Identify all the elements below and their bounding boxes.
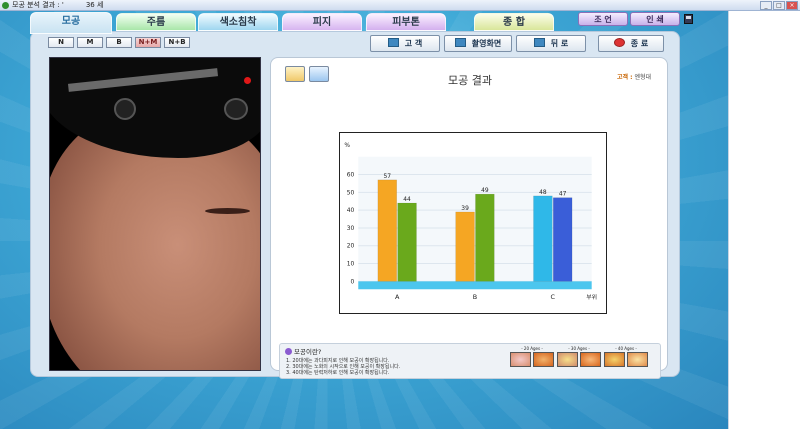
- info-line-3: 3. 40대에는 탄력저하로 인해 모공이 확장됩니다.: [286, 370, 390, 376]
- y-tick-label: 20: [347, 243, 355, 250]
- record-indicator-icon: [244, 77, 251, 84]
- y-axis-label: %: [344, 142, 350, 149]
- customer-icon: [387, 38, 399, 47]
- closed-eye: [205, 208, 250, 214]
- x-tick-label: A: [395, 293, 400, 301]
- data-label: 39: [461, 205, 469, 212]
- x-axis-label: 부위: [586, 293, 597, 301]
- age-20-image-1[interactable]: [510, 352, 531, 367]
- floor-strip: [358, 281, 592, 290]
- sensor-right: [224, 98, 248, 120]
- pore-bar-chart: 0 10 20 30 40 50 60% 57 44 A 39 49 B 48 47 C 부위: [339, 132, 607, 314]
- back-button[interactable]: 뒤 로: [516, 35, 586, 52]
- age-20-image-2[interactable]: [533, 352, 554, 367]
- x-tick-label: C: [551, 293, 556, 301]
- bar: [533, 195, 553, 282]
- age-label-30: - 30 Ages -: [568, 346, 590, 351]
- app-icon: [2, 2, 9, 9]
- minimize-button[interactable]: _: [760, 1, 772, 10]
- data-label: 49: [481, 187, 489, 194]
- age-30-image-2[interactable]: [580, 352, 601, 367]
- mode-m-button[interactable]: M: [77, 37, 103, 48]
- camera-icon: [454, 38, 466, 47]
- window-controls: _ □ ×: [760, 1, 798, 10]
- y-tick-label: 40: [347, 207, 355, 214]
- exit-button[interactable]: 종 료: [598, 35, 664, 52]
- y-tick-label: 60: [347, 172, 355, 179]
- bar: [553, 197, 573, 282]
- age-30-image-1[interactable]: [557, 352, 578, 367]
- back-arrow-icon: [533, 38, 545, 47]
- mode-toolbar: N M B N+M N+B: [48, 37, 190, 48]
- data-label: 47: [559, 191, 567, 198]
- side-blank-area: [728, 11, 800, 429]
- sensor-left: [114, 98, 136, 120]
- mode-n-button[interactable]: N: [48, 37, 74, 48]
- power-icon: [613, 38, 625, 47]
- age-label-20: - 20 Ages -: [521, 346, 543, 351]
- age-examples: - 20 Ages - - 30 Ages - - 40 Ages -: [510, 345, 648, 367]
- tab-wrinkle[interactable]: 주름: [116, 13, 196, 31]
- tab-overall[interactable]: 종 합: [474, 13, 554, 31]
- tab-pore[interactable]: 모공: [30, 12, 112, 34]
- maximize-button[interactable]: □: [773, 1, 785, 10]
- y-tick-label: 10: [347, 261, 355, 268]
- y-tick-label: 0: [351, 278, 355, 285]
- close-button[interactable]: ×: [786, 1, 798, 10]
- customer-info: 고객 : 엔형대: [616, 74, 651, 81]
- app-background: 모공 주름 색소침착 피지 피부톤 종 합 조 언 인 쇄 N M B N+M …: [0, 11, 728, 429]
- window-title: 모공 분석 결과 : ' 36 세: [12, 1, 104, 9]
- bar: [475, 193, 495, 282]
- age-label-40: - 40 Ages -: [615, 346, 637, 351]
- mode-n-m-button[interactable]: N+M: [135, 37, 161, 48]
- window-title-bar: 모공 분석 결과 : ' 36 세 _ □ ×: [0, 0, 800, 11]
- tab-pigmentation[interactable]: 색소침착: [198, 13, 278, 31]
- info-question: 모공이란?: [294, 348, 322, 356]
- save-icon[interactable]: [684, 14, 693, 24]
- data-label: 44: [403, 196, 411, 203]
- tab-skin-tone[interactable]: 피부톤: [366, 13, 446, 31]
- advice-button[interactable]: 조 언: [578, 12, 628, 26]
- bar: [377, 179, 397, 282]
- mode-b-button[interactable]: B: [106, 37, 132, 48]
- customer-button[interactable]: 고 객: [370, 35, 440, 52]
- tab-sebum[interactable]: 피지: [282, 13, 362, 31]
- mode-n-b-button[interactable]: N+B: [164, 37, 190, 48]
- pore-info-box: 모공이란? 1. 20대에는 과다피지로 인해 모공이 확장됩니다. 2. 30…: [279, 343, 661, 379]
- capture-screen-button[interactable]: 촬영화면: [444, 35, 512, 52]
- data-label: 48: [539, 189, 547, 196]
- bar: [455, 211, 475, 282]
- x-tick-label: B: [473, 293, 477, 301]
- print-button[interactable]: 인 쇄: [630, 12, 680, 26]
- face-photo: [49, 57, 261, 371]
- age-40-image-1[interactable]: [604, 352, 625, 367]
- data-label: 57: [384, 173, 392, 180]
- result-panel: 모공 결과 고객 : 엔형대 0 10 20 30 40 50 60% 57 44 A 39 49 B 4…: [270, 57, 668, 371]
- y-tick-label: 50: [347, 189, 355, 196]
- bar: [397, 202, 417, 282]
- info-icon: [285, 348, 292, 355]
- y-tick-label: 30: [347, 225, 355, 232]
- age-40-image-2[interactable]: [627, 352, 648, 367]
- result-title: 모공 결과: [448, 74, 492, 87]
